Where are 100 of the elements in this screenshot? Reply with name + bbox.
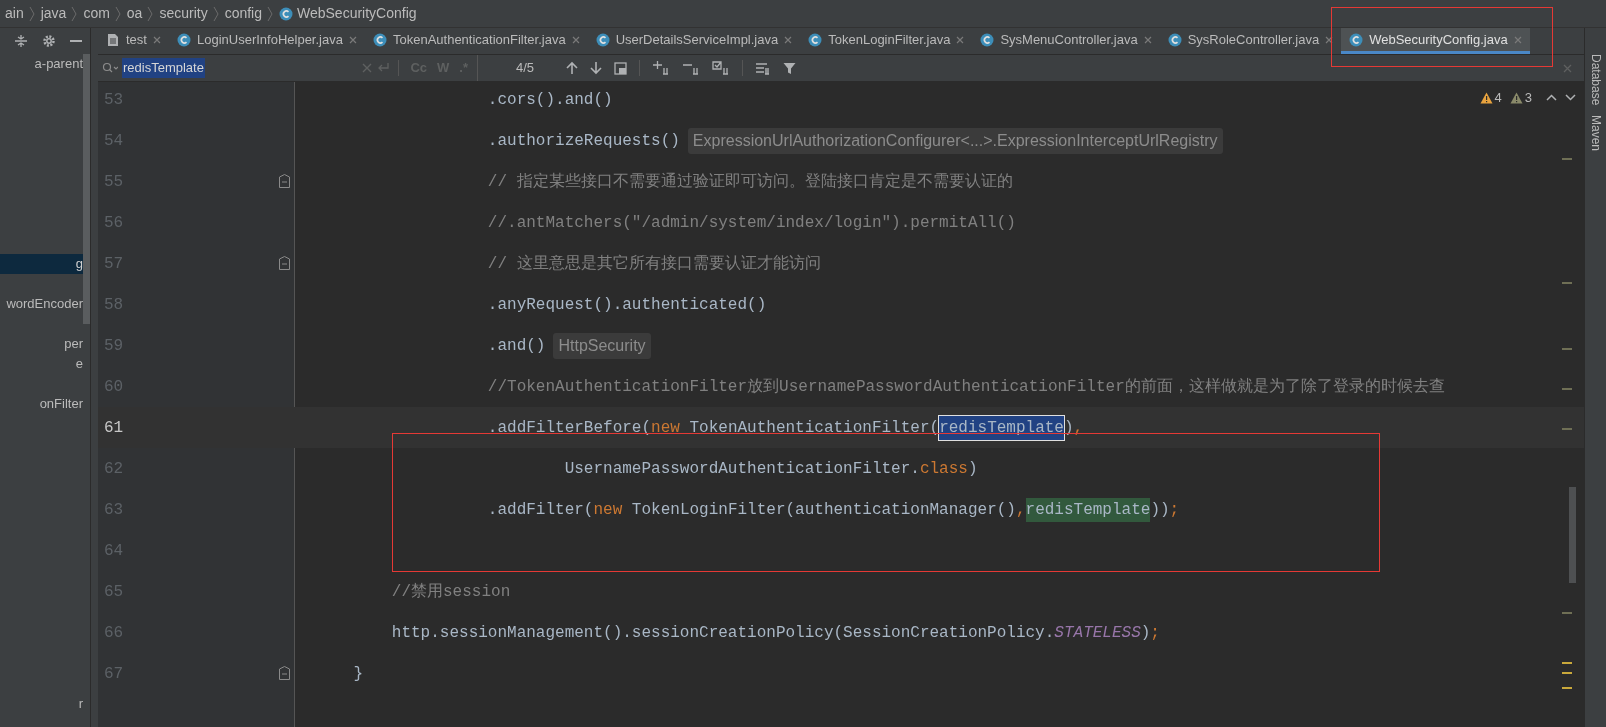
tree-item[interactable]: onFilter	[0, 394, 83, 414]
code-text: ;	[1169, 499, 1180, 521]
chevron-icon	[212, 5, 220, 22]
fold-icon[interactable]	[279, 256, 290, 270]
breadcrumb-item[interactable]: java	[40, 3, 67, 24]
close-icon	[571, 35, 580, 44]
close-icon	[152, 35, 161, 44]
tree-item[interactable]: g	[0, 254, 83, 274]
code-text: .anyRequest().authenticated()	[486, 294, 767, 316]
constant: STATELESS	[1054, 622, 1141, 644]
editor-tab[interactable]: WebSecurityConfig.java	[1341, 28, 1530, 54]
window-icon[interactable]	[614, 61, 627, 75]
tool-window-tab[interactable]: Maven	[1586, 115, 1605, 152]
code-text: UsernamePasswordAuthenticationFilter.	[563, 458, 920, 480]
breadcrumb-item[interactable]: config	[224, 3, 262, 24]
scrollbar-thumb[interactable]	[83, 54, 90, 324]
editor-tab[interactable]: test	[98, 28, 169, 54]
arrow-down-icon[interactable]	[590, 61, 602, 75]
close-icon	[1325, 35, 1334, 44]
search-icon[interactable]	[102, 62, 118, 74]
code-text: http.sessionManagement().sessionCreationPolicy(SessionCreationPolicy.	[390, 622, 1055, 644]
close-icon	[784, 35, 793, 44]
chevron-up-icon[interactable]	[1546, 94, 1557, 102]
breadcrumb-item[interactable]: com	[83, 3, 110, 24]
funnel-icon[interactable]	[783, 61, 796, 75]
tree-item[interactable]: wordEncoder	[0, 294, 83, 314]
code-comment: //禁用session	[390, 581, 511, 603]
code-text: .cors().and()	[486, 89, 613, 111]
class-icon	[808, 32, 823, 47]
class-icon	[176, 32, 191, 47]
fold-icon[interactable]	[279, 174, 290, 188]
code-text: ,	[1015, 499, 1026, 521]
breadcrumb-item[interactable]: security	[159, 3, 208, 24]
editor-tab[interactable]: SysRoleController.java	[1159, 28, 1342, 54]
editor-tab[interactable]: LoginUserInfoHelper.java	[168, 28, 365, 54]
editor-tab[interactable]: TokenLoginFilter.java	[800, 28, 973, 54]
code-text: TokenAuthenticationFilter(	[688, 417, 940, 439]
code-text: .and()	[486, 335, 546, 357]
code-text: .addFilterBefore(	[486, 417, 652, 439]
weak-warning-icon[interactable]	[1509, 91, 1523, 104]
code-comment: //.antMatchers("/admin/system/index/login").permitAll()	[486, 212, 1016, 234]
search-match-current: redisTemplate	[939, 415, 1064, 440]
search-match: redisTemplate	[1025, 497, 1151, 522]
keyword: class	[919, 458, 968, 480]
close-icon	[1513, 35, 1522, 44]
chevron-icon	[71, 5, 79, 22]
tree-item[interactable]: r	[0, 694, 83, 714]
close-icon	[956, 35, 965, 44]
warning-count[interactable]: 4	[1494, 88, 1502, 108]
fold-icon[interactable]	[279, 666, 290, 680]
remove-occurrence-icon[interactable]	[682, 61, 700, 75]
code-text: .addFilter(	[486, 499, 594, 521]
tree-item[interactable]: a-parent	[0, 54, 83, 74]
tree-item[interactable]: e	[0, 354, 83, 374]
code-text: )	[1140, 622, 1151, 644]
inlay-hint: HttpSecurity	[553, 332, 651, 359]
select-all-icon[interactable]	[712, 61, 730, 75]
inlay-hint: ExpressionUrlAuthorizationConfigurer<...>.ExpressionInterceptUrlRegistry	[687, 127, 1223, 154]
line-number: 61	[103, 417, 124, 439]
chevron-down-icon[interactable]	[1565, 94, 1576, 102]
code-text: )	[967, 458, 978, 480]
code-text: ))	[1150, 499, 1170, 521]
collapse-icon[interactable]	[14, 34, 28, 48]
arrow-up-icon[interactable]	[566, 61, 578, 75]
class-icon	[1349, 32, 1364, 47]
code-text: TokenLoginFilter(authenticationManager()	[630, 499, 1016, 521]
tool-window-tab[interactable]: Database	[1586, 54, 1605, 106]
document-icon	[106, 32, 120, 47]
warning-icon[interactable]	[1479, 91, 1493, 104]
editor-tab[interactable]: UserDetailsServiceImpl.java	[587, 28, 801, 54]
code-text: .authorizeRequests()	[486, 130, 680, 152]
close-icon	[1143, 35, 1152, 44]
code-comment: // 这里意思是其它所有接口需要认证才能访问	[486, 253, 821, 275]
code-text: }	[352, 663, 363, 685]
class-icon	[279, 6, 293, 21]
filter-lines-icon[interactable]	[755, 61, 771, 75]
chevron-icon	[28, 5, 36, 22]
editor-scrollbar-thumb[interactable]	[1569, 487, 1576, 583]
settings-icon[interactable]	[42, 34, 56, 48]
class-icon	[1167, 32, 1182, 47]
breadcrumb-item[interactable]: WebSecurityConfig	[297, 3, 417, 24]
match-count: 4/5	[516, 59, 536, 78]
class-icon	[980, 32, 995, 47]
breadcrumb-item[interactable]: oa	[126, 3, 143, 24]
code-text: ;	[1150, 622, 1160, 644]
code-comment: //TokenAuthenticationFilter放到UsernamePasswordAuthenticationFilter的前面，这样做就是为了除了登录的时候去查	[486, 376, 1445, 398]
weak-warning-count[interactable]: 3	[1524, 88, 1532, 108]
breadcrumb-item[interactable]: ain	[5, 3, 24, 24]
editor-tab[interactable]: SysMenuController.java	[972, 28, 1160, 54]
close-icon	[348, 35, 357, 44]
class-icon	[595, 32, 610, 47]
chevron-icon	[267, 5, 274, 22]
tree-item[interactable]: per	[0, 334, 83, 354]
code-text: )	[1063, 417, 1074, 439]
editor-tab[interactable]: TokenAuthenticationFilter.java	[364, 28, 588, 54]
keyword: new	[651, 417, 680, 439]
chevron-icon	[114, 5, 122, 22]
add-occurrence-icon[interactable]	[652, 61, 670, 75]
search-text: redisTemplate	[122, 58, 205, 78]
keyword: new	[593, 499, 623, 521]
